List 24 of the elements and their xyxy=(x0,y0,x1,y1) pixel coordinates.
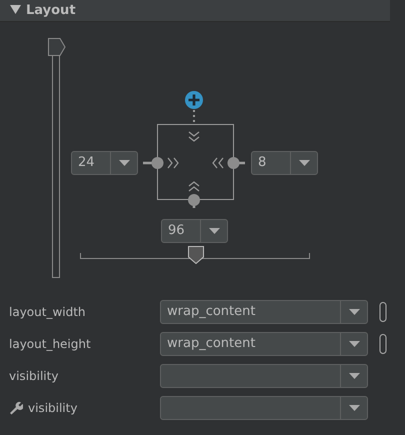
dropdown-arrow-icon xyxy=(348,309,360,315)
slider-thumb[interactable] xyxy=(188,246,204,264)
add-icon[interactable] xyxy=(185,91,203,109)
link-toggle-icon[interactable] xyxy=(379,302,387,322)
dropdown-arrow-icon xyxy=(348,373,360,379)
link-toggle-icon[interactable] xyxy=(379,334,387,354)
attribute-label: layout_height xyxy=(9,337,91,351)
dropdown-arrow-icon xyxy=(348,405,360,411)
attribute-dropdown[interactable]: wrap_content xyxy=(160,332,368,356)
dropdown-arrow-icon xyxy=(208,228,220,234)
margin-dropdown[interactable]: 8 xyxy=(251,151,318,175)
collapse-arrow-icon[interactable] xyxy=(10,5,21,16)
dropdown-arrow-icon xyxy=(118,160,130,166)
attribute-label: layout_width xyxy=(9,305,86,319)
section-title: Layout xyxy=(26,3,76,18)
margin-dropdown[interactable]: 24 xyxy=(71,151,138,175)
dropdown-arrow-icon xyxy=(298,160,310,166)
slider-thumb[interactable] xyxy=(48,38,66,56)
wrench-icon xyxy=(9,401,23,415)
dropdown-arrow-icon xyxy=(348,341,360,347)
attribute-label: visibility xyxy=(28,401,78,415)
attribute-label: visibility xyxy=(9,369,58,383)
attribute-dropdown[interactable]: wrap_content xyxy=(160,300,368,324)
margin-dropdown[interactable]: 96 xyxy=(161,219,228,243)
